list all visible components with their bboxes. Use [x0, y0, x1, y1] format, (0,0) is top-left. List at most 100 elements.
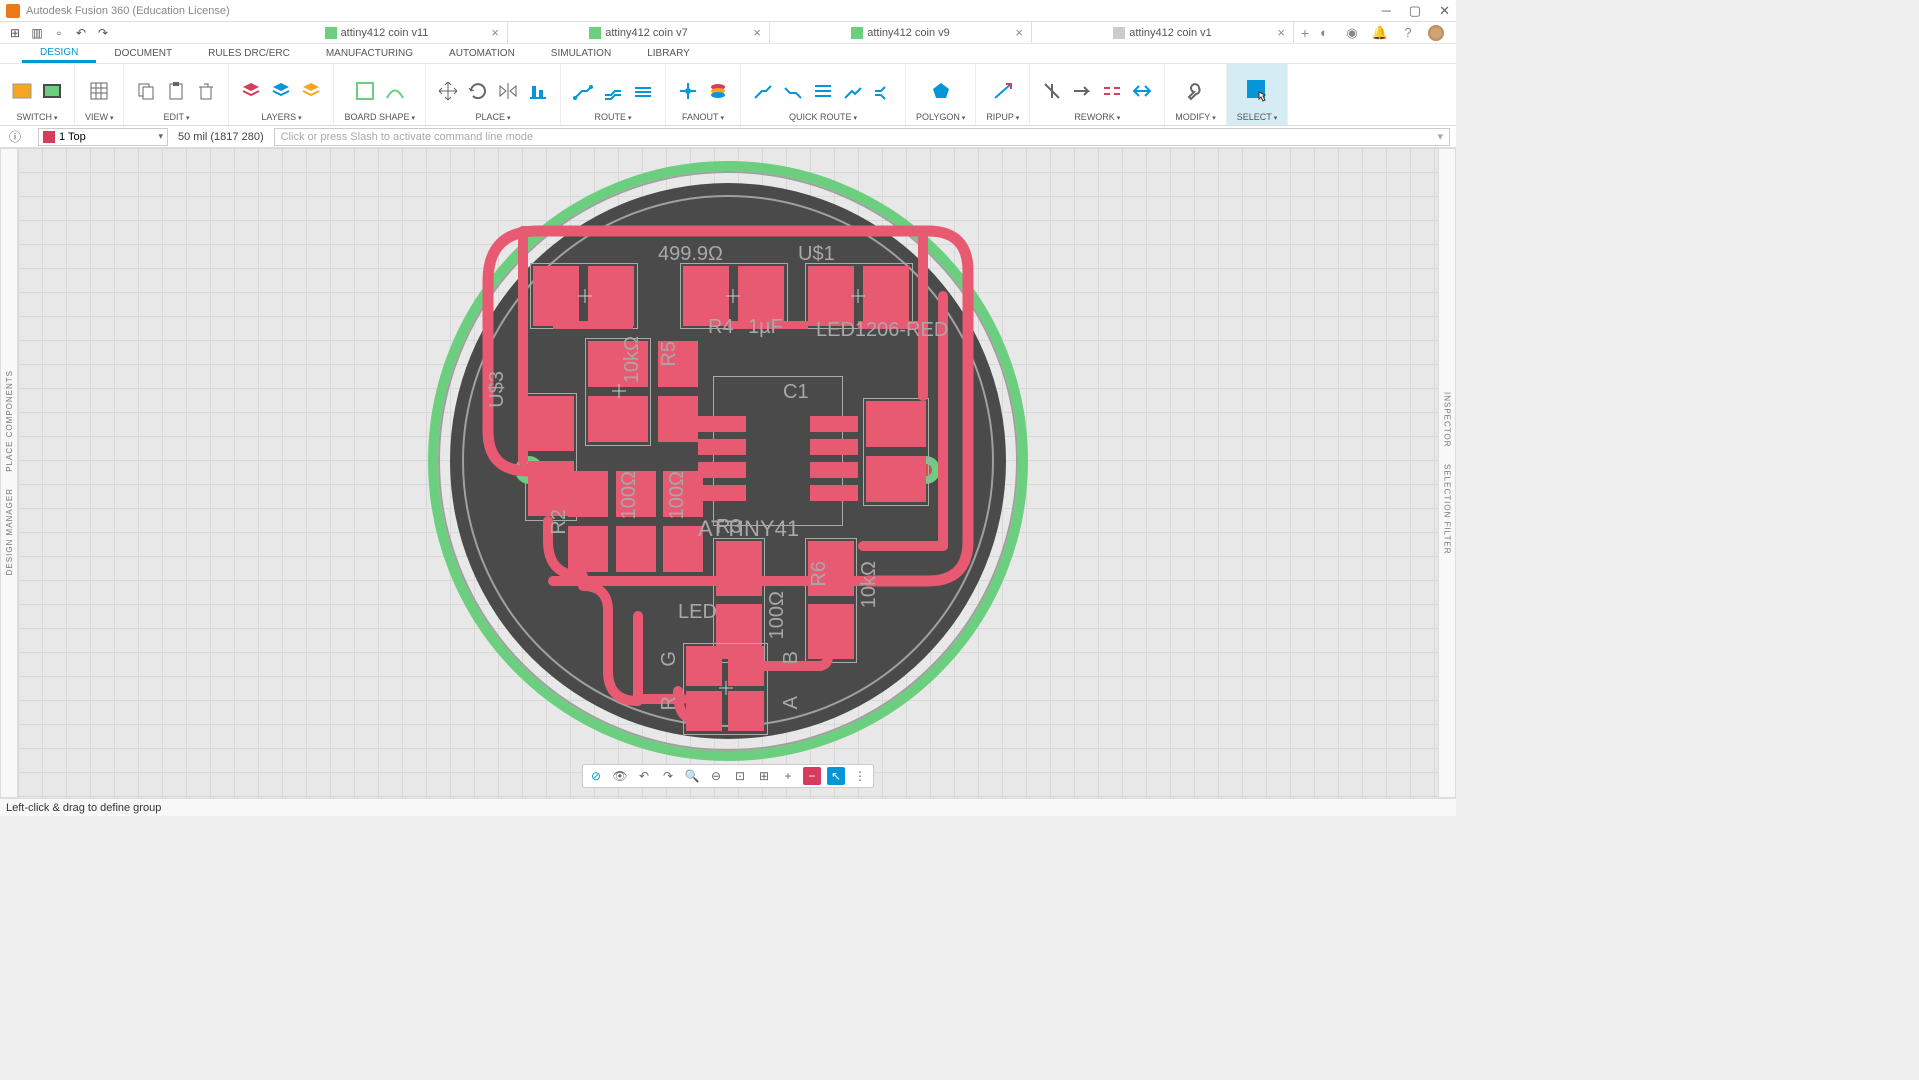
paste-icon[interactable]: [164, 79, 188, 103]
tab-close-icon[interactable]: ×: [753, 25, 761, 40]
board-outline-icon[interactable]: [353, 79, 377, 103]
more-icon[interactable]: ⋮: [851, 767, 869, 785]
ribbon-switch-label[interactable]: SWITCH: [17, 112, 58, 122]
move-icon[interactable]: [436, 79, 460, 103]
doc-tab[interactable]: attiny412 coin v11 ×: [246, 22, 508, 43]
notifications-icon[interactable]: 🔔: [1372, 25, 1388, 41]
maximize-button[interactable]: ▢: [1409, 3, 1421, 19]
save-icon[interactable]: ▫: [50, 24, 68, 42]
ribbon-polygon-label[interactable]: POLYGON: [916, 112, 965, 122]
quickroute-5-icon[interactable]: [871, 79, 895, 103]
delete-icon[interactable]: [194, 79, 218, 103]
ic-pad[interactable]: [698, 439, 746, 455]
rail-place-components[interactable]: PLACE COMPONENTS: [5, 370, 14, 472]
menu-manufacturing[interactable]: MANUFACTURING: [308, 44, 431, 63]
ribbon-quickroute-label[interactable]: QUICK ROUTE: [789, 112, 857, 122]
zoom-in-icon[interactable]: 🔍: [683, 767, 701, 785]
board-curve-icon[interactable]: [383, 79, 407, 103]
grid-toggle-icon[interactable]: ⊞: [755, 767, 773, 785]
ic-pad[interactable]: [698, 416, 746, 432]
rail-design-manager[interactable]: DESIGN MANAGER: [5, 488, 14, 575]
ribbon-place-label[interactable]: PLACE: [475, 112, 510, 122]
extensions-icon[interactable]: ◐: [1316, 25, 1332, 41]
undo-icon[interactable]: ↶: [72, 24, 90, 42]
ribbon-modify-label[interactable]: MODIFY: [1175, 112, 1215, 122]
ribbon-select-label[interactable]: SELECT: [1237, 112, 1277, 122]
rework-slice-icon[interactable]: [1040, 79, 1064, 103]
crosshair-icon[interactable]: +: [779, 767, 797, 785]
close-button[interactable]: ✕: [1439, 3, 1450, 19]
tab-close-icon[interactable]: ×: [1277, 25, 1285, 40]
file-icon[interactable]: ▥: [28, 24, 46, 42]
ribbon-boardshape-label[interactable]: BOARD SHAPE: [344, 112, 415, 122]
ic-pad[interactable]: [698, 462, 746, 478]
menu-design[interactable]: DESIGN: [22, 44, 96, 63]
fanout-signal-icon[interactable]: [676, 79, 700, 103]
ic-pad[interactable]: [810, 462, 858, 478]
doc-tab-active[interactable]: attiny412 coin v9 ×: [770, 22, 1032, 43]
menu-rules[interactable]: RULES DRC/ERC: [190, 44, 308, 63]
copper-pad[interactable]: [658, 396, 698, 442]
mirror-icon[interactable]: [496, 79, 520, 103]
menu-simulation[interactable]: SIMULATION: [533, 44, 629, 63]
fanout-stack-icon[interactable]: [706, 79, 730, 103]
tab-close-icon[interactable]: ×: [1015, 25, 1023, 40]
rotate-icon[interactable]: [466, 79, 490, 103]
nav-back-icon[interactable]: ↶: [635, 767, 653, 785]
copper-trace[interactable]: [553, 321, 633, 329]
copper-pad[interactable]: [568, 526, 608, 572]
zoom-fit-icon[interactable]: ⊡: [731, 767, 749, 785]
pcb-board[interactable]: 499.9Ω U$1 R4 1µF LED1206-RED U$3 R5 10k…: [428, 161, 1028, 761]
doc-tab[interactable]: attiny412 coin v7 ×: [508, 22, 770, 43]
grid-icon[interactable]: [87, 79, 111, 103]
zoom-out-icon[interactable]: ⊖: [707, 767, 725, 785]
visibility-icon[interactable]: 👁: [611, 767, 629, 785]
ribbon-route-label[interactable]: ROUTE: [595, 112, 632, 122]
menu-library[interactable]: LIBRARY: [629, 44, 708, 63]
layers-blue-icon[interactable]: [269, 79, 293, 103]
menu-automation[interactable]: AUTOMATION: [431, 44, 533, 63]
stop-icon[interactable]: −: [803, 767, 821, 785]
rework-trim-icon[interactable]: [1130, 79, 1154, 103]
layers-orange-icon[interactable]: [299, 79, 323, 103]
quickroute-3-icon[interactable]: [811, 79, 835, 103]
switch-3d-icon[interactable]: [40, 79, 64, 103]
polygon-icon[interactable]: [929, 79, 953, 103]
copper-pad[interactable]: [568, 471, 608, 517]
layer-dropdown[interactable]: 1 Top ▾: [38, 128, 168, 146]
ic-pad[interactable]: [810, 485, 858, 501]
ripup-icon[interactable]: [991, 79, 1015, 103]
apps-grid-icon[interactable]: ⊞: [6, 24, 24, 42]
copper-trace[interactable]: [633, 611, 643, 701]
ribbon-view-label[interactable]: VIEW: [85, 112, 113, 122]
new-tab-button[interactable]: +: [1294, 22, 1316, 43]
select-cursor-icon[interactable]: [1245, 79, 1269, 103]
rail-selection-filter[interactable]: SELECTION FILTER: [1443, 464, 1452, 555]
align-icon[interactable]: [526, 79, 550, 103]
switch-pcb-icon[interactable]: [10, 79, 34, 103]
command-line-input[interactable]: Click or press Slash to activate command…: [274, 128, 1450, 146]
copy-icon[interactable]: [134, 79, 158, 103]
copper-trace[interactable]: [518, 226, 928, 236]
pcb-canvas[interactable]: 499.9Ω U$1 R4 1µF LED1206-RED U$3 R5 10k…: [18, 148, 1438, 798]
ribbon-edit-label[interactable]: EDIT: [163, 112, 189, 122]
errors-icon[interactable]: ⊘: [587, 767, 605, 785]
quickroute-1-icon[interactable]: [751, 79, 775, 103]
quickroute-4-icon[interactable]: [841, 79, 865, 103]
ic-pad[interactable]: [810, 439, 858, 455]
ribbon-rework-label[interactable]: REWORK: [1074, 112, 1120, 122]
job-status-icon[interactable]: ◉: [1344, 25, 1360, 41]
tab-close-icon[interactable]: ×: [491, 25, 499, 40]
cursor-mode-icon[interactable]: ↖: [827, 767, 845, 785]
ribbon-ripup-label[interactable]: RIPUP: [986, 112, 1019, 122]
rework-arrow-icon[interactable]: [1070, 79, 1094, 103]
copper-trace[interactable]: [918, 226, 928, 401]
ribbon-fanout-label[interactable]: FANOUT: [682, 112, 724, 122]
ic-pad[interactable]: [810, 416, 858, 432]
copper-trace[interactable]: [858, 541, 948, 551]
menu-document[interactable]: DOCUMENT: [96, 44, 190, 63]
route-diff-icon[interactable]: [601, 79, 625, 103]
minimize-button[interactable]: ─: [1382, 3, 1391, 19]
ribbon-layers-label[interactable]: LAYERS: [261, 112, 301, 122]
rework-break-icon[interactable]: [1100, 79, 1124, 103]
